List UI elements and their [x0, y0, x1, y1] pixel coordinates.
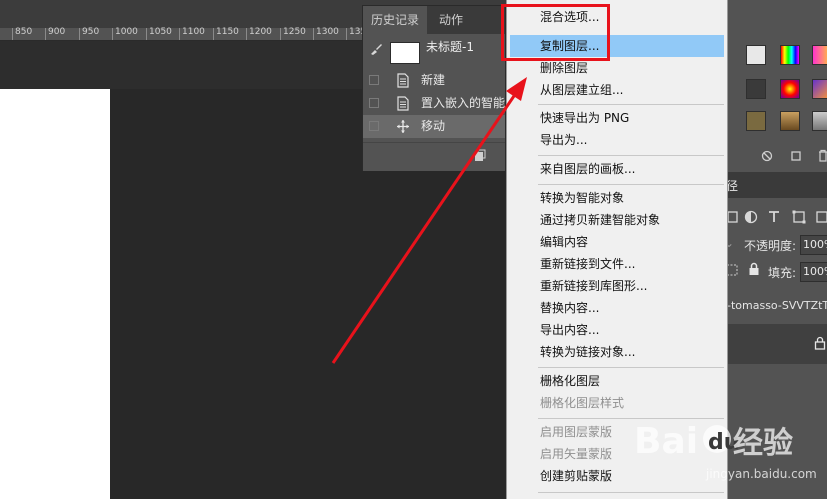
- swatch-preset[interactable]: [780, 79, 800, 99]
- menu-item-rasterize-layer[interactable]: 栅格化图层: [510, 370, 724, 392]
- opacity-label: 不透明度:: [744, 239, 797, 253]
- new-document-from-state-icon[interactable]: [473, 149, 487, 163]
- svg-text:经验: 经验: [733, 426, 793, 461]
- new-preset-icon[interactable]: [790, 150, 802, 162]
- document-icon: [397, 73, 409, 88]
- menu-item-export-as[interactable]: 导出为...: [510, 129, 724, 151]
- tab-history[interactable]: 历史记录: [363, 6, 428, 34]
- menu-item-export-contents[interactable]: 导出内容...: [510, 319, 724, 341]
- filter-type-icon[interactable]: [767, 210, 781, 224]
- baidu-jingyan-logo: Bai du 经验: [634, 421, 793, 462]
- ruler-tick: 1050: [146, 27, 172, 40]
- swatch-preset[interactable]: [812, 111, 827, 131]
- filter-pixel-icon[interactable]: [728, 210, 738, 224]
- swatch-preset[interactable]: [780, 111, 800, 131]
- filter-shape-icon[interactable]: [792, 210, 806, 224]
- swatch-preset[interactable]: [812, 45, 827, 65]
- svg-text:Bai: Bai: [634, 421, 698, 462]
- layer-row-background[interactable]: [728, 324, 827, 364]
- document-canvas[interactable]: [0, 89, 110, 499]
- history-item-move[interactable]: 移动: [363, 115, 505, 138]
- history-source-checkbox[interactable]: [369, 75, 379, 85]
- menu-item-group-from-layers[interactable]: 从图层建立组...: [510, 79, 724, 101]
- snapshot-label[interactable]: 未标题-1: [426, 38, 474, 55]
- ruler-tick: 850: [12, 27, 32, 40]
- history-panel-footer: [363, 142, 505, 171]
- menu-separator: [538, 367, 724, 368]
- trash-icon[interactable]: [817, 149, 827, 162]
- menu-item-replace-contents[interactable]: 替换内容...: [510, 297, 724, 319]
- history-source-checkbox[interactable]: [369, 98, 379, 108]
- menu-item-relink-to-library-graphic[interactable]: 重新链接到库图形...: [510, 275, 724, 297]
- menu-separator: [538, 184, 724, 185]
- ruler-tick: 135: [346, 27, 366, 40]
- ruler-tick: 1300: [313, 27, 339, 40]
- history-item-label: 新建: [421, 73, 446, 87]
- opacity-input[interactable]: 100%: [800, 235, 827, 255]
- menu-item-convert-to-linked[interactable]: 转换为链接对象...: [510, 341, 724, 363]
- history-item-label: 移动: [421, 119, 446, 133]
- ruler-tick: 900: [45, 27, 65, 40]
- menu-separator: [538, 104, 724, 105]
- lock-all-icon[interactable]: [748, 262, 760, 276]
- move-icon: [397, 120, 409, 133]
- swatch-preset[interactable]: [812, 79, 827, 99]
- swatch-preset[interactable]: [746, 79, 766, 99]
- no-symbol-icon[interactable]: [761, 150, 773, 162]
- ruler-tick: 1200: [246, 27, 272, 40]
- menu-item-convert-to-smart-object[interactable]: 转换为智能对象: [510, 187, 724, 209]
- history-item-label: 置入嵌入的智能: [421, 96, 506, 110]
- swatch-preset[interactable]: [746, 45, 766, 65]
- baidu-jingyan-watermark: Bai du 经验 jingyan.baidu.com: [620, 405, 820, 499]
- history-brush-icon[interactable]: [369, 42, 383, 56]
- document-icon: [397, 96, 409, 111]
- fill-input[interactable]: 100%: [800, 262, 827, 282]
- history-panel-tabs: 历史记录 动作: [363, 6, 505, 34]
- filter-adjustment-icon[interactable]: [744, 210, 758, 224]
- menu-item-relink-to-file[interactable]: 重新链接到文件...: [510, 253, 724, 275]
- menu-item-artboard-from-layers[interactable]: 来自图层的画板...: [510, 158, 724, 180]
- snapshot-thumbnail[interactable]: [390, 42, 420, 64]
- watermark-url: jingyan.baidu.com: [706, 467, 817, 481]
- annotation-highlight-box: [501, 4, 610, 61]
- layer-row[interactable]: -tomasso-SVVTZtT...: [727, 292, 827, 322]
- layer-name: -tomasso-SVVTZtT...: [727, 299, 827, 312]
- ruler-tick: 1250: [280, 27, 306, 40]
- history-source-checkbox[interactable]: [369, 121, 379, 131]
- menu-item-new-smart-object-via-copy[interactable]: 通过拷贝新建智能对象: [510, 209, 724, 231]
- canvas-pasteboard: [0, 41, 362, 89]
- menu-separator: [538, 155, 724, 156]
- history-item-place-embedded[interactable]: 置入嵌入的智能: [363, 92, 505, 115]
- layers-panel-tabs: 径: [726, 172, 827, 198]
- ruler-tick: 1150: [213, 27, 239, 40]
- layer-lock-icon: [814, 336, 826, 350]
- ruler-tick: 1000: [112, 27, 138, 40]
- history-item-new[interactable]: 新建: [363, 69, 505, 92]
- ruler-tick: 1100: [179, 27, 205, 40]
- history-panel: 历史记录 动作 未标题-1 新建 置入嵌入的智能 移动: [362, 5, 506, 171]
- ruler-tick: 950: [79, 27, 99, 40]
- tab-actions[interactable]: 动作: [431, 6, 471, 34]
- fill-label: 填充:: [768, 266, 797, 280]
- menu-item-quick-export-png[interactable]: 快速导出为 PNG: [510, 107, 724, 129]
- swatch-preset[interactable]: [780, 45, 800, 65]
- filter-smart-object-icon[interactable]: [816, 210, 827, 224]
- menu-item-edit-contents[interactable]: 编辑内容: [510, 231, 724, 253]
- swatch-preset[interactable]: [746, 111, 766, 131]
